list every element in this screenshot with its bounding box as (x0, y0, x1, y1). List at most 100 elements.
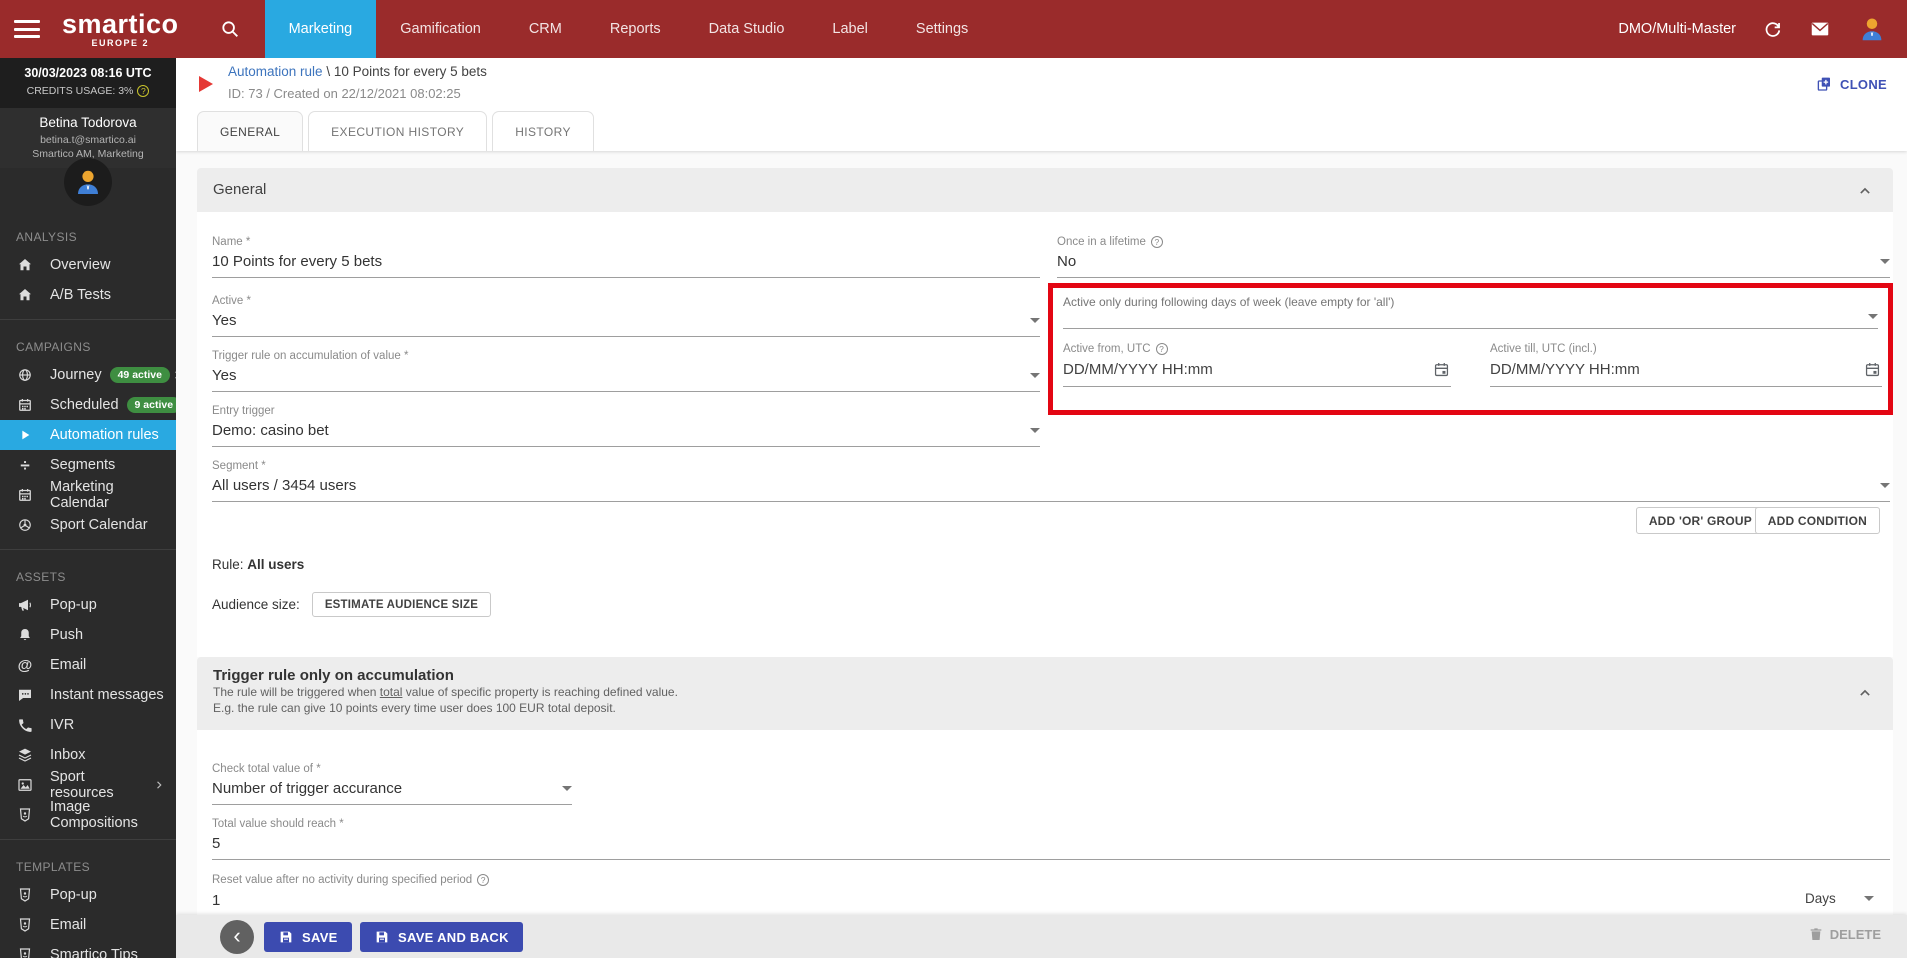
sidebar-item-overview[interactable]: Overview (0, 250, 176, 280)
total-value-reach-field[interactable]: Total value should reach * 5 (212, 818, 1890, 860)
breadcrumb: Automation rule \ 10 Points for every 5 … (228, 64, 487, 79)
help-icon[interactable]: ? (477, 874, 489, 886)
dropdown-caret-icon (1880, 483, 1890, 488)
help-icon[interactable]: ? (1151, 236, 1163, 248)
shield-icon (16, 886, 34, 904)
active-select[interactable]: Active * Yes (212, 295, 1040, 337)
delete-button[interactable]: DELETE (1808, 926, 1881, 942)
sidebar-item-email[interactable]: @ Email (0, 650, 176, 680)
collapse-chevron-icon[interactable] (1855, 181, 1875, 201)
credits-usage-text: CREDITS USAGE: 3% (27, 85, 134, 97)
accumulation-section-header[interactable]: Trigger rule only on accumulation The ru… (197, 657, 1893, 730)
nav-crm[interactable]: CRM (505, 0, 586, 58)
sidebar-item-popup[interactable]: Pop-up (0, 590, 176, 620)
chat-bubble-icon (16, 686, 34, 704)
shield-icon (16, 806, 34, 824)
add-or-group-button[interactable]: ADD 'OR' GROUP (1636, 507, 1765, 534)
accumulation-desc-line2: E.g. the rule can give 10 points every t… (197, 700, 1893, 716)
help-icon[interactable]: ? (1156, 343, 1168, 355)
action-bar: ‹ SAVE SAVE AND BACK DELETE (176, 915, 1907, 958)
calendar-icon (16, 486, 34, 504)
segment-select[interactable]: Segment * All users / 3454 users (212, 460, 1890, 502)
once-in-lifetime-select[interactable]: Once in a lifetime? No (1057, 236, 1890, 278)
collapse-chevron-icon[interactable] (1855, 683, 1875, 703)
search-icon[interactable] (219, 18, 241, 40)
sidebar-item-ab-tests[interactable]: A/B Tests (0, 280, 176, 310)
add-condition-button[interactable]: ADD CONDITION (1755, 507, 1880, 534)
breadcrumb-link-automation-rule[interactable]: Automation rule (228, 64, 323, 79)
page-header-band: Automation rule \ 10 Points for every 5 … (176, 58, 1907, 151)
period-unit-select[interactable]: Days (1805, 891, 1874, 906)
active-till-date-field[interactable]: Active till, UTC (incl.) DD/MM/YYYY HH:m… (1490, 343, 1882, 387)
sidebar-item-marketing-calendar[interactable]: Marketing Calendar (0, 480, 176, 510)
account-selector[interactable]: DMO/Multi-Master (1618, 21, 1736, 37)
sidebar-item-ivr[interactable]: IVR (0, 710, 176, 740)
section-analysis: ANALYSIS (0, 220, 176, 250)
calendar-icon (16, 396, 34, 414)
messages-icon[interactable] (1809, 18, 1831, 40)
active-count-badge: 49 active (110, 367, 170, 383)
name-field[interactable]: Name * 10 Points for every 5 bets (212, 236, 1040, 278)
sidebar-item-segments[interactable]: ÷ Segments (0, 450, 176, 480)
main-content: Automation rule \ 10 Points for every 5 … (176, 58, 1907, 958)
trigger-accumulation-select[interactable]: Trigger rule on accumulation of value * … (212, 350, 1040, 392)
sidebar-item-template-popup[interactable]: Pop-up (0, 880, 176, 910)
save-and-back-label: SAVE AND BACK (398, 930, 509, 945)
rule-summary-label: Rule: (212, 557, 244, 572)
tab-history[interactable]: HISTORY (492, 111, 594, 151)
nav-reports[interactable]: Reports (586, 0, 685, 58)
tab-general[interactable]: GENERAL (197, 111, 303, 151)
tab-execution-history[interactable]: EXECUTION HISTORY (308, 111, 487, 151)
calendar-picker-icon[interactable] (1863, 360, 1882, 379)
sidebar-item-journey[interactable]: Journey 49 active (0, 360, 176, 390)
trash-icon (1808, 926, 1824, 942)
back-button[interactable]: ‹ (220, 920, 254, 954)
layers-icon (16, 746, 34, 764)
active-from-date-field[interactable]: Active from, UTC? DD/MM/YYYY HH:mm (1063, 343, 1451, 387)
nav-label[interactable]: Label (808, 0, 891, 58)
reset-value-field[interactable]: Reset value after no activity during spe… (212, 874, 1890, 916)
trigger-accumulation-value: Yes (212, 367, 236, 384)
active-till-placeholder: DD/MM/YYYY HH:mm (1490, 361, 1640, 378)
nav-gamification[interactable]: Gamification (376, 0, 505, 58)
accumulation-desc-line1: The rule will be triggered when total va… (197, 684, 1893, 700)
estimate-audience-size-button[interactable]: ESTIMATE AUDIENCE SIZE (312, 592, 491, 617)
sidebar-divider (0, 839, 176, 840)
entry-trigger-select[interactable]: Entry trigger Demo: casino bet (212, 405, 1040, 447)
save-button[interactable]: SAVE (264, 922, 352, 952)
save-and-back-button[interactable]: SAVE AND BACK (360, 922, 523, 952)
sidebar-item-template-tips[interactable]: Smartico Tips (0, 940, 176, 958)
sidebar-item-sport-calendar[interactable]: Sport Calendar (0, 510, 176, 540)
sidebar-item-label: IVR (50, 717, 74, 733)
days-of-week-select[interactable]: Active only during following days of wee… (1063, 295, 1878, 329)
sidebar-item-template-email[interactable]: Email (0, 910, 176, 940)
sidebar-item-image-compositions[interactable]: Image Compositions (0, 800, 176, 830)
sidebar-item-label: Instant messages (50, 687, 164, 703)
sidebar-item-instant-messages[interactable]: Instant messages (0, 680, 176, 710)
at-sign-icon: @ (16, 658, 34, 673)
general-section-header[interactable]: General (197, 168, 1893, 212)
sidebar-item-automation-rules[interactable]: Automation rules (0, 420, 176, 450)
nav-data-studio[interactable]: Data Studio (685, 0, 809, 58)
app-logo: smartico EUROPE 2 (62, 11, 179, 48)
nav-settings[interactable]: Settings (892, 0, 992, 58)
hamburger-menu-icon[interactable] (14, 20, 40, 38)
play-icon (16, 427, 34, 443)
sidebar-item-scheduled[interactable]: Scheduled 9 active (0, 390, 176, 420)
rule-summary-value: All users (247, 557, 304, 572)
dropdown-caret-icon (1880, 259, 1890, 264)
sidebar-item-sport-resources[interactable]: Sport resources (0, 770, 176, 800)
calendar-picker-icon[interactable] (1432, 360, 1451, 379)
general-section-title: General (197, 168, 1893, 198)
sidebar-item-label: Scheduled (50, 397, 119, 413)
nav-marketing[interactable]: Marketing (265, 0, 377, 58)
check-total-value-select[interactable]: Check total value of * Number of trigger… (212, 763, 572, 805)
sidebar-item-push[interactable]: Push (0, 620, 176, 650)
credits-help-icon[interactable]: ? (137, 85, 149, 97)
user-avatar-large[interactable] (64, 158, 112, 206)
sidebar-item-inbox[interactable]: Inbox (0, 740, 176, 770)
clone-button[interactable]: CLONE (1815, 75, 1887, 93)
user-email: betina.t@smartico.ai (0, 134, 176, 146)
user-avatar[interactable] (1857, 14, 1887, 44)
refresh-icon[interactable] (1762, 19, 1783, 40)
